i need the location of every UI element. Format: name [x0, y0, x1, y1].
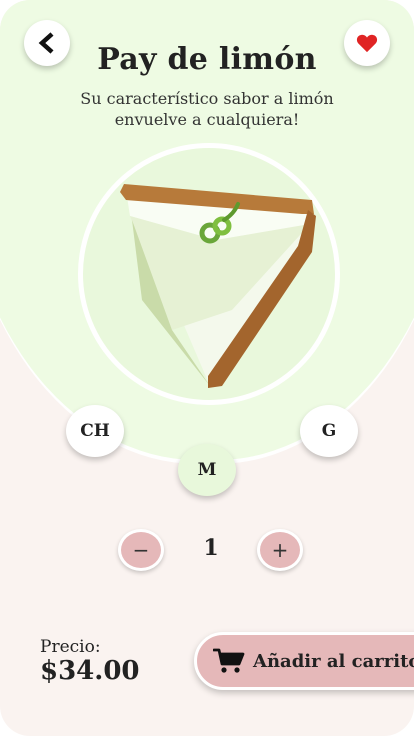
product-title: Pay de limón: [97, 42, 317, 77]
size-option-m[interactable]: M: [178, 444, 236, 496]
increase-quantity-button[interactable]: +: [257, 529, 303, 571]
add-to-cart-button[interactable]: Añadir al carrito: [194, 632, 414, 690]
price-value: $34.00: [40, 656, 140, 686]
add-to-cart-label: Añadir al carrito: [253, 650, 414, 672]
pie-slice-image: [120, 184, 316, 388]
size-option-g[interactable]: G: [300, 405, 358, 457]
product-screen: Pay de limón Su característico sabor a l…: [0, 0, 414, 736]
quantity-value: 1: [203, 535, 219, 561]
product-subtitle: Su característico sabor a limón envuelve…: [80, 89, 334, 129]
price-label: Precio:: [40, 637, 101, 657]
cart-icon: [213, 648, 245, 673]
size-option-ch[interactable]: CH: [66, 405, 124, 457]
decrease-quantity-button[interactable]: −: [118, 529, 164, 571]
